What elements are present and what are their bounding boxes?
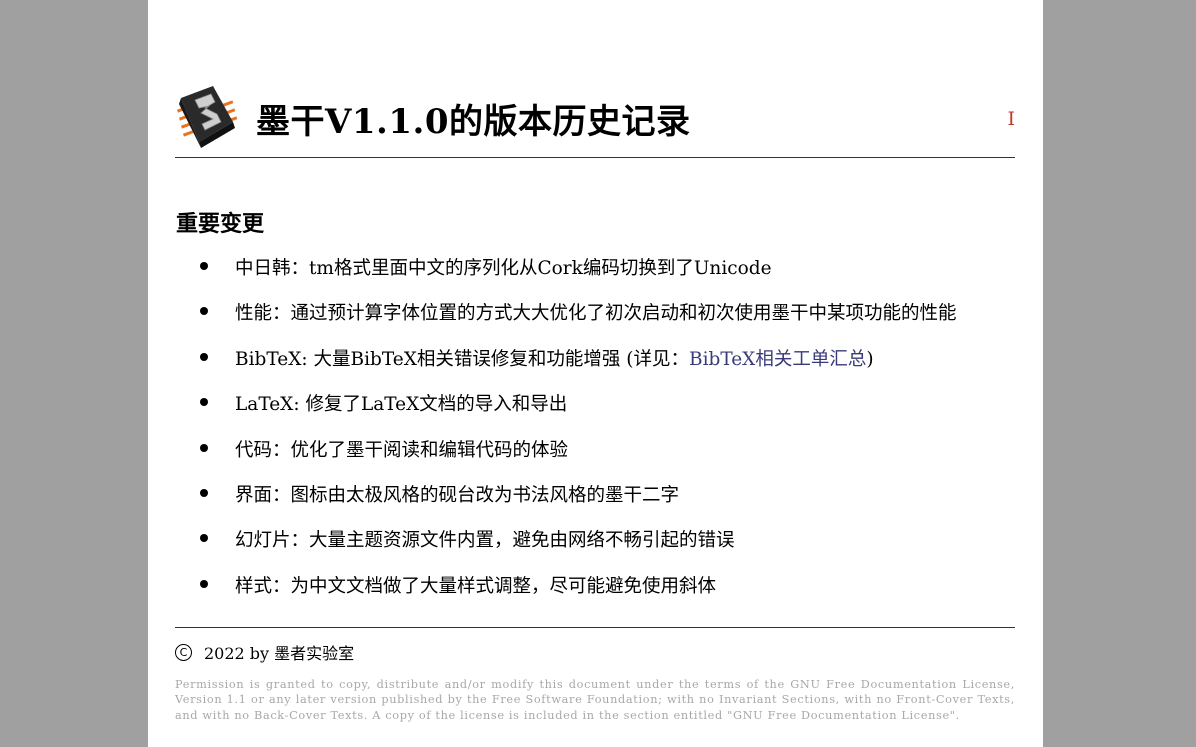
copyright-icon: C (175, 643, 192, 661)
bullet-icon (200, 443, 208, 452)
bullet-icon (200, 398, 208, 407)
copyright-text: 2022 by 墨者实验室 (204, 644, 355, 663)
list-item-text: LaTeX: 修复了LaTeX文档的导入和导出 (235, 394, 568, 416)
list-item: BibTeX: 大量BibTeX相关错误修复和功能增强 (详见：BibTeX相关… (196, 345, 1016, 390)
page-title: 墨干V1.1.0的版本历史记录 (256, 102, 691, 142)
list-item: 样式：为中文文档做了大量样式调整，尽可能避免使用斜体 (196, 572, 1016, 617)
bullet-icon (200, 488, 208, 497)
list-item-text: 性能：通过预计算字体位置的方式大大优化了初次启动和初次使用墨干中某项功能的性能 (235, 303, 957, 325)
list-item-text: 样式：为中文文档做了大量样式调整，尽可能避免使用斜体 (235, 575, 717, 597)
list-item: 界面：图标由太极风格的砚台改为书法风格的墨干二字 (196, 481, 1016, 526)
list-item-text: 中日韩：tm格式里面中文的序列化从Cork编码切换到了Unicode (235, 258, 772, 279)
bullet-icon (200, 534, 208, 543)
bullet-icon (200, 579, 208, 588)
bullet-icon (200, 262, 208, 270)
copyright-line: C 2022 by 墨者实验室 (175, 640, 354, 664)
list-item-suffix: ) (866, 348, 874, 370)
license-text: Permission is granted to copy, distribut… (175, 678, 1015, 722)
page-number: I (1007, 108, 1015, 130)
document-header: 墨干V1.1.0的版本历史记录 I (175, 84, 1015, 148)
list-item: LaTeX: 修复了LaTeX文档的导入和导出 (196, 390, 1016, 435)
list-item-text: BibTeX: 大量BibTeX相关错误修复和功能增强 (详见：BibTeX相关… (235, 345, 874, 371)
list-item: 中日韩：tm格式里面中文的序列化从Cork编码切换到了Unicode (196, 254, 1016, 299)
list-item: 代码：优化了墨干阅读和编辑代码的体验 (196, 436, 1016, 481)
list-item-text: 界面：图标由太极风格的砚台改为书法风格的墨干二字 (235, 484, 680, 506)
change-list: 中日韩：tm格式里面中文的序列化从Cork编码切换到了Unicode 性能：通过… (196, 254, 1016, 617)
list-item: 幻灯片：大量主题资源文件内置，避免由网络不畅引起的错误 (196, 526, 1016, 571)
header-divider (175, 157, 1015, 158)
section-title: 重要变更 (176, 211, 265, 237)
document-page: 墨干V1.1.0的版本历史记录 I 重要变更 中日韩：tm格式里面中文的序列化从… (148, 0, 1043, 747)
mogan-chip-logo-icon (176, 86, 237, 148)
bullet-icon (200, 307, 208, 316)
list-item-text: 幻灯片：大量主题资源文件内置，避免由网络不畅引起的错误 (235, 530, 735, 552)
list-item: 性能：通过预计算字体位置的方式大大优化了初次启动和初次使用墨干中某项功能的性能 (196, 299, 1016, 344)
list-item-text: 代码：优化了墨干阅读和编辑代码的体验 (235, 439, 569, 461)
footer-divider (175, 627, 1015, 628)
bullet-icon (200, 352, 208, 361)
bibtex-issues-link[interactable]: BibTeX相关工单汇总 (689, 349, 866, 370)
list-item-prefix: BibTeX: 大量BibTeX相关错误修复和功能增强 (详见： (235, 348, 689, 370)
